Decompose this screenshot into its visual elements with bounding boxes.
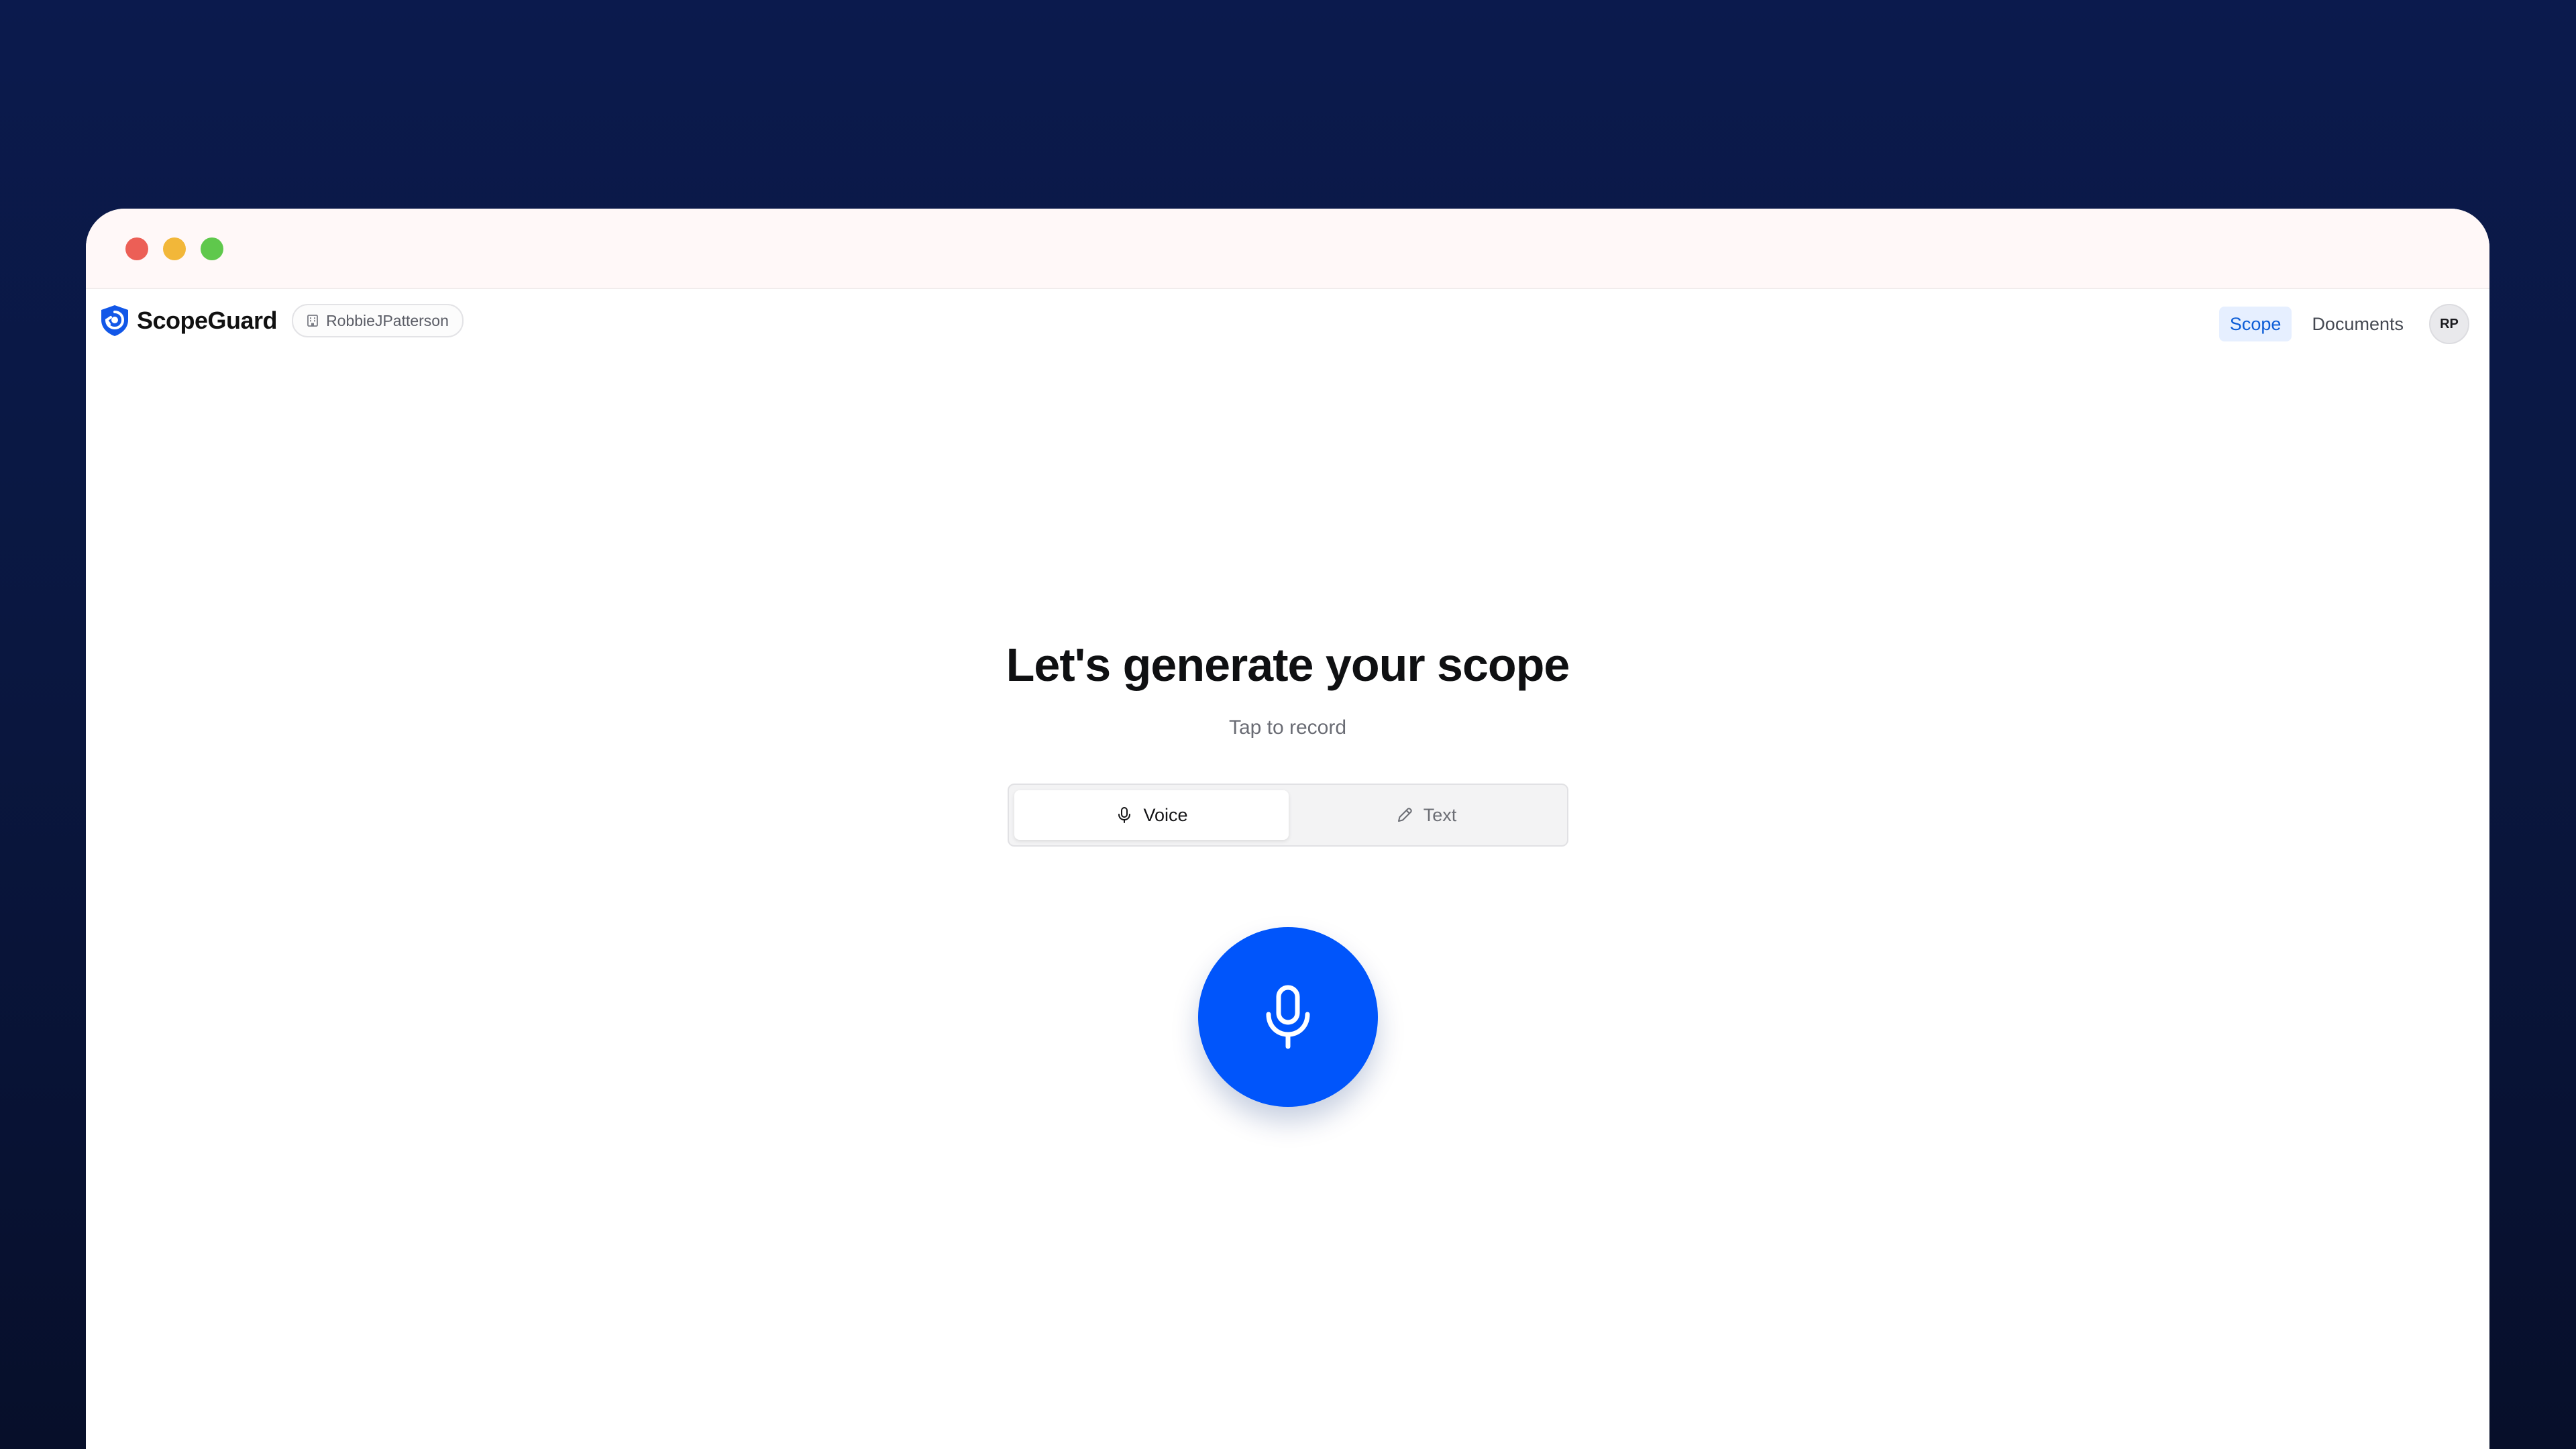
app-name: ScopeGuard — [137, 307, 278, 334]
microphone-icon — [1118, 807, 1131, 823]
nav-tab-scope[interactable]: Scope — [2218, 307, 2292, 341]
shield-logo-icon[interactable] — [99, 304, 130, 337]
minimize-window-button[interactable] — [163, 237, 186, 260]
voice-mode-label: Voice — [1143, 804, 1188, 825]
voice-mode-tab[interactable]: Voice — [1014, 790, 1289, 840]
brand: ScopeGuard RobbieJPatterson — [99, 304, 464, 337]
microphone-icon — [1266, 985, 1310, 1049]
window-titlebar — [86, 209, 2489, 289]
workspace-name: RobbieJPatterson — [326, 311, 449, 329]
nav-tab-documents[interactable]: Documents — [2301, 307, 2414, 341]
maximize-window-button[interactable] — [201, 237, 223, 260]
user-avatar[interactable]: RP — [2429, 304, 2469, 344]
page-subtitle: Tap to record — [1228, 716, 1347, 739]
top-nav: Scope Documents RP — [2218, 304, 2469, 344]
building-icon — [307, 315, 318, 327]
page-title: Let's generate your scope — [1006, 639, 1570, 691]
input-mode-toggle: Voice Text — [1008, 784, 1568, 847]
app-header: ScopeGuard RobbieJPatterson Scope Docume… — [86, 289, 2489, 374]
pencil-icon — [1397, 808, 1412, 822]
record-button[interactable] — [1198, 927, 1378, 1107]
app-window: ScopeGuard RobbieJPatterson Scope Docume… — [86, 209, 2489, 1449]
close-window-button[interactable] — [125, 237, 148, 260]
text-mode-tab[interactable]: Text — [1289, 790, 1563, 840]
workspace-badge[interactable]: RobbieJPatterson — [292, 304, 464, 337]
text-mode-label: Text — [1423, 804, 1457, 825]
